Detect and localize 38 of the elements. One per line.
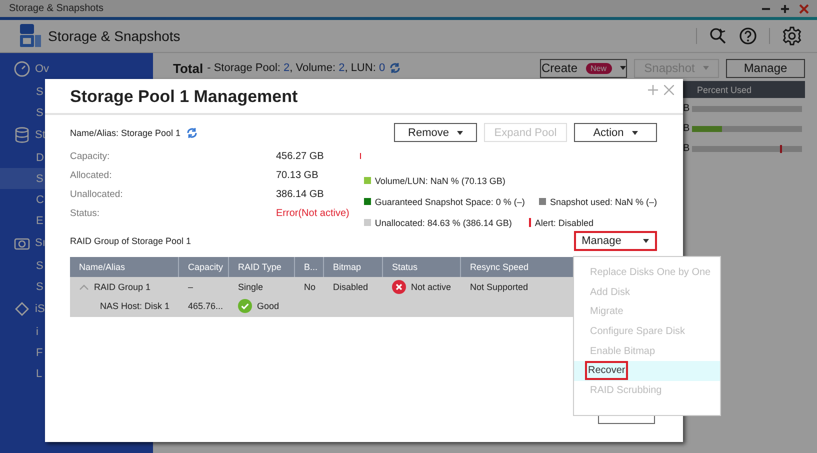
table-cell: Not active [411,282,452,292]
field-value: 70.13 GB [276,170,318,181]
table-cell: No [304,282,316,292]
section-title: RAID Group of Storage Pool 1 [70,236,192,246]
column-header: Status [383,257,461,277]
field-label: Allocated: [70,170,113,181]
legend-label: Unallocated: 84.63 % (386.14 GB) [374,218,512,228]
table-cell: Disabled [333,282,368,292]
legend-label: Snapshot used: NaN % (–) [550,196,657,206]
table-cell: RAID Group 1 [94,282,151,292]
dialog-title: Storage Pool 1 Management [70,87,298,107]
legend-label: Guaranteed Snapshot Space: 0 % (–) [374,196,525,206]
table-cell: – [188,282,194,292]
table-cell: Good [257,300,280,310]
field-label: Status: [70,208,101,219]
legend-label: Alert: Disabled [534,218,594,228]
table-cell: Not Supported [470,282,528,292]
app-title: Storage & Snapshots [48,28,180,44]
window-title: Storage & Snapshots [9,3,104,14]
total-label: Total [173,60,204,76]
column-header: RAID Type [229,257,295,277]
table-cell: NAS Host: Disk 1 [100,300,170,310]
table-cell: 465.76... [188,300,224,310]
name-alias-label: Name/Alias: Storage Pool 1 [70,128,181,138]
column-header: Capacity [179,257,229,277]
field-value: Error(Not active) [276,208,350,219]
field-value: 386.14 GB [276,189,324,200]
field-label: Capacity: [70,151,111,162]
new-badge: New [586,62,612,74]
column-header: Percent Used [697,84,752,94]
field-value: 456.27 GB [276,151,324,162]
column-header: Name/Alias [70,257,179,277]
field-label: Unallocated: [70,189,124,200]
total-summary: - Storage Pool: 2, Volume: 2, LUN: 0 [207,62,386,74]
column-header: B... [295,257,324,277]
table-cell: Single [238,282,264,292]
column-header: Bitmap [324,257,383,277]
legend-label: Volume/LUN: NaN % (70.13 GB) [374,176,506,186]
